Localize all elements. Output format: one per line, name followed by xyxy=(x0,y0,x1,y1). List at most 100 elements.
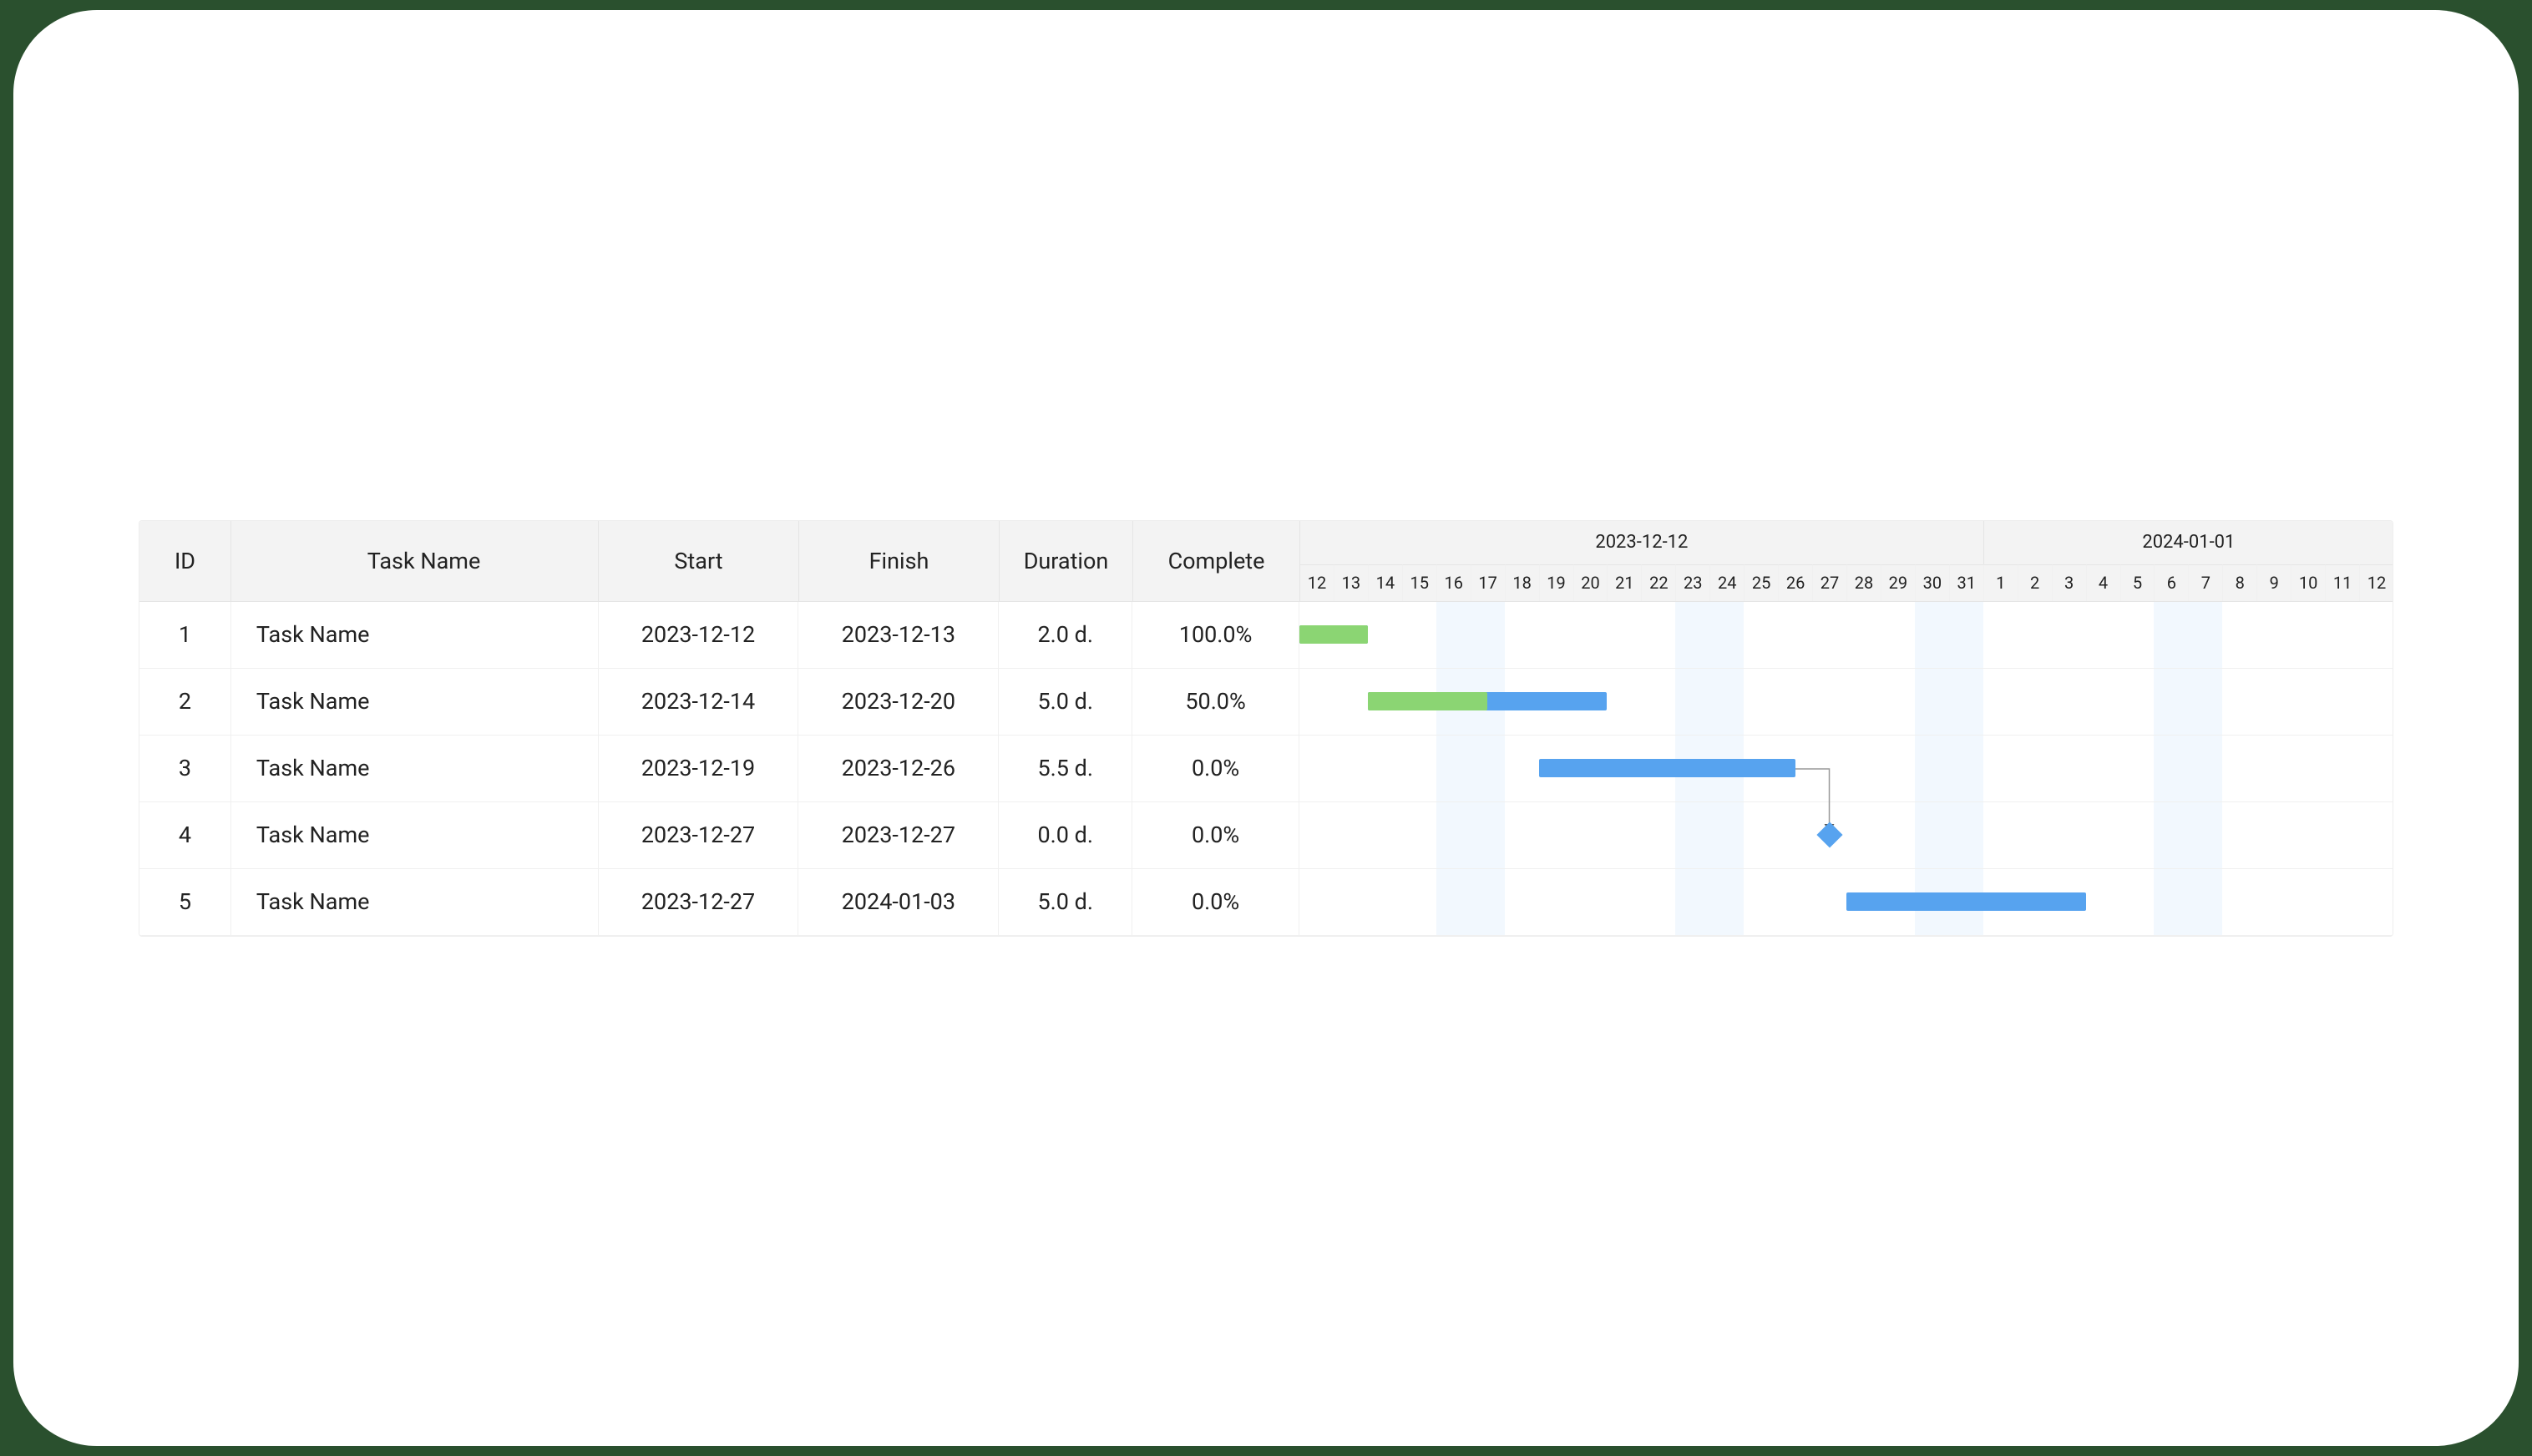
cell-start: 2023-12-27 xyxy=(599,869,799,935)
weekend-shade xyxy=(2188,869,2222,935)
timeline-day-label: 1 xyxy=(1984,564,2018,601)
task-progress-bar xyxy=(1368,692,1487,710)
col-header-duration[interactable]: Duration xyxy=(1000,521,1133,602)
timeline-day-label: 10 xyxy=(2291,564,2326,601)
col-header-complete[interactable]: Complete xyxy=(1133,521,1300,602)
weekend-shade xyxy=(1675,669,1709,735)
timeline-day-label: 18 xyxy=(1506,564,1540,601)
weekend-shade xyxy=(2188,736,2222,801)
cell-duration: 0.0 d. xyxy=(999,802,1132,868)
cell-name: Task Name xyxy=(231,736,599,801)
gantt-header: ID Task Name Start Finish Duration Compl… xyxy=(139,521,2393,602)
weekend-shade xyxy=(1471,602,1505,668)
table-row[interactable]: 1Task Name2023-12-122023-12-132.0 d.100.… xyxy=(139,602,2393,669)
milestone-marker[interactable] xyxy=(1816,822,1842,847)
weekend-shade xyxy=(2154,669,2188,735)
timeline-day-label: 23 xyxy=(1676,564,1710,601)
timeline-row[interactable] xyxy=(1299,736,2393,802)
timeline-day-label: 11 xyxy=(2326,564,2360,601)
weekend-shade xyxy=(1675,869,1709,935)
cell-finish: 2024-01-03 xyxy=(798,869,999,935)
weekend-shade xyxy=(1675,602,1709,668)
timeline-day-label: 15 xyxy=(1403,564,1437,601)
cell-duration: 5.0 d. xyxy=(999,869,1132,935)
task-progress-bar xyxy=(1299,625,1368,644)
timeline-day-label: 9 xyxy=(2257,564,2291,601)
cell-finish: 2023-12-13 xyxy=(798,602,999,668)
table-header-left: ID Task Name Start Finish Duration Compl… xyxy=(139,521,1300,602)
weekend-shade xyxy=(2154,802,2188,868)
timeline-day-label: 29 xyxy=(1881,564,1916,601)
table-row[interactable]: 3Task Name2023-12-192023-12-265.5 d.0.0% xyxy=(139,736,2393,802)
cell-start: 2023-12-12 xyxy=(599,602,799,668)
timeline-day-label: 17 xyxy=(1471,564,1506,601)
task-bar[interactable] xyxy=(1539,759,1795,777)
weekend-shade xyxy=(1436,602,1471,668)
weekend-shade xyxy=(1915,602,1949,668)
cell-duration: 5.0 d. xyxy=(999,669,1132,735)
timeline-group-label: 2024-01-01 xyxy=(1984,521,2393,564)
cell-complete: 0.0% xyxy=(1132,869,1299,935)
timeline-day-label: 22 xyxy=(1642,564,1676,601)
timeline-group-label: 2023-12-12 xyxy=(1300,521,1984,564)
timeline-row[interactable] xyxy=(1299,802,2393,869)
cell-id: 3 xyxy=(139,736,231,801)
timeline-day-label: 12 xyxy=(1300,564,1334,601)
timeline-day-label: 27 xyxy=(1813,564,1847,601)
timeline-day-label: 4 xyxy=(2087,564,2121,601)
weekend-shade xyxy=(1915,736,1949,801)
weekend-shade xyxy=(2188,602,2222,668)
weekend-shade xyxy=(2154,602,2188,668)
weekend-shade xyxy=(1709,602,1744,668)
weekend-shade xyxy=(2188,669,2222,735)
weekend-shade xyxy=(1949,802,1983,868)
timeline-day-label: 21 xyxy=(1608,564,1642,601)
weekend-shade xyxy=(1709,669,1744,735)
col-header-name[interactable]: Task Name xyxy=(231,521,599,602)
weekend-shade xyxy=(1915,802,1949,868)
col-header-id[interactable]: ID xyxy=(139,521,231,602)
weekend-shade xyxy=(1675,802,1709,868)
timeline-row[interactable] xyxy=(1299,869,2393,936)
timeline-row[interactable] xyxy=(1299,602,2393,669)
timeline-day-label: 3 xyxy=(2053,564,2087,601)
weekend-shade xyxy=(1709,802,1744,868)
timeline-day-label: 6 xyxy=(2155,564,2189,601)
weekend-shade xyxy=(1949,736,1983,801)
timeline-day-label: 13 xyxy=(1334,564,1369,601)
cell-id: 1 xyxy=(139,602,231,668)
timeline-day-label: 25 xyxy=(1745,564,1779,601)
weekend-shade xyxy=(2154,869,2188,935)
gantt-chart: ID Task Name Start Finish Duration Compl… xyxy=(139,520,2393,937)
weekend-shade xyxy=(2188,802,2222,868)
cell-duration: 2.0 d. xyxy=(999,602,1132,668)
weekend-shade xyxy=(1436,736,1471,801)
cell-finish: 2023-12-26 xyxy=(798,736,999,801)
cell-id: 4 xyxy=(139,802,231,868)
weekend-shade xyxy=(1471,869,1505,935)
weekend-shade xyxy=(1949,602,1983,668)
timeline-day-label: 12 xyxy=(2360,564,2393,601)
cell-complete: 0.0% xyxy=(1132,802,1299,868)
cell-id: 5 xyxy=(139,869,231,935)
cell-start: 2023-12-27 xyxy=(599,802,799,868)
cell-finish: 2023-12-20 xyxy=(798,669,999,735)
timeline-day-label: 30 xyxy=(1916,564,1950,601)
col-header-finish[interactable]: Finish xyxy=(799,521,1000,602)
cell-start: 2023-12-19 xyxy=(599,736,799,801)
timeline-day-label: 26 xyxy=(1779,564,1813,601)
cell-complete: 100.0% xyxy=(1132,602,1299,668)
timeline-row[interactable] xyxy=(1299,669,2393,736)
col-header-start[interactable]: Start xyxy=(599,521,799,602)
table-row[interactable]: 4Task Name2023-12-272023-12-270.0 d.0.0% xyxy=(139,802,2393,869)
cell-name: Task Name xyxy=(231,869,599,935)
cell-name: Task Name xyxy=(231,802,599,868)
timeline-day-label: 7 xyxy=(2189,564,2223,601)
timeline-header: 2023-12-122024-01-01 1213141516171819202… xyxy=(1300,521,2393,602)
table-row[interactable]: 5Task Name2023-12-272024-01-035.0 d.0.0% xyxy=(139,869,2393,936)
weekend-shade xyxy=(1436,869,1471,935)
timeline-day-label: 20 xyxy=(1574,564,1608,601)
task-bar[interactable] xyxy=(1846,892,2086,911)
table-row[interactable]: 2Task Name2023-12-142023-12-205.0 d.50.0… xyxy=(139,669,2393,736)
weekend-shade xyxy=(2154,736,2188,801)
